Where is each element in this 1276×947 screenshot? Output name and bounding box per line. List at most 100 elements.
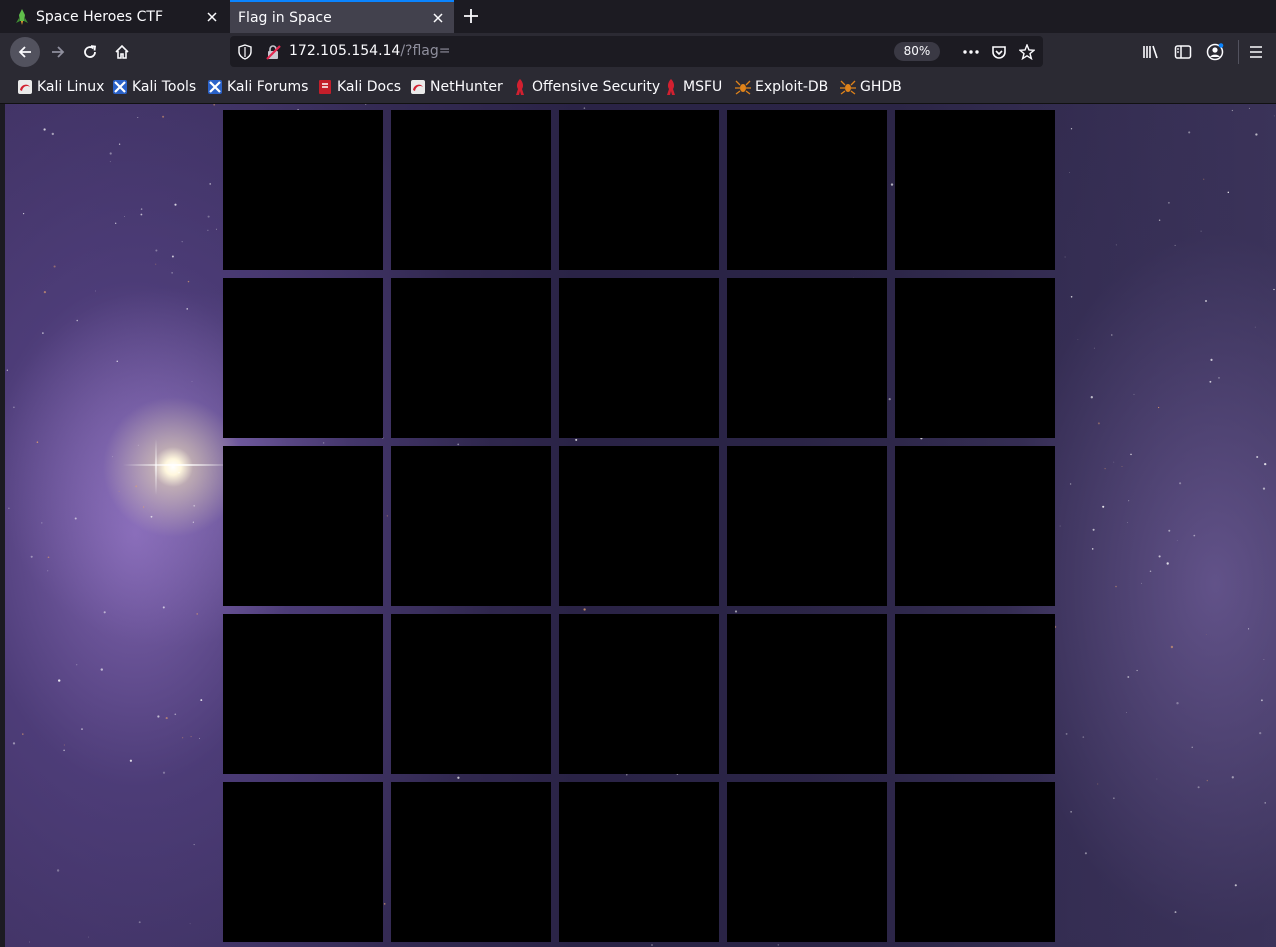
navigation-toolbar: 172.105.154.14/?flag= 80% [0, 33, 1276, 71]
zoom-level-button[interactable]: 80% [894, 42, 940, 61]
bookmark-kali-linux[interactable]: Kali Linux [17, 78, 104, 96]
star [1234, 884, 1237, 887]
star [1121, 466, 1123, 467]
tracking-protection-shield-icon[interactable] [236, 43, 254, 61]
sidebar-icon[interactable] [1174, 43, 1192, 61]
home-button[interactable] [107, 37, 137, 67]
star [43, 128, 46, 131]
star [157, 715, 160, 718]
address-bar[interactable]: 172.105.154.14/?flag= 80% [230, 36, 1043, 67]
new-tab-button[interactable] [460, 5, 482, 27]
star [8, 507, 10, 509]
tab-flag-in-space[interactable]: Flag in Space [230, 0, 454, 33]
bookmark-msfu[interactable]: MSFU [663, 78, 722, 96]
puzzle-tile[interactable] [559, 110, 719, 270]
puzzle-tile[interactable] [391, 782, 551, 942]
star [140, 213, 143, 216]
star [1166, 562, 1169, 565]
bookmark-ghdb[interactable]: GHDB [840, 78, 902, 96]
back-button[interactable] [10, 37, 40, 67]
puzzle-tile[interactable] [223, 446, 383, 606]
puzzle-tile[interactable] [391, 614, 551, 774]
star [162, 771, 166, 774]
star [1130, 453, 1132, 456]
star [1084, 852, 1087, 855]
bookmark-exploit-db[interactable]: Exploit-DB [735, 78, 828, 96]
star [165, 717, 168, 720]
star [118, 490, 120, 492]
star [1127, 522, 1128, 523]
star [1191, 746, 1193, 748]
puzzle-tile[interactable] [727, 782, 887, 942]
star [118, 143, 121, 145]
bookmark-kali-tools[interactable]: Kali Tools [112, 78, 196, 96]
bookmark-label: Kali Forums [227, 79, 309, 95]
star [1064, 256, 1066, 258]
star [1069, 172, 1070, 173]
close-tab-icon[interactable] [204, 9, 220, 25]
puzzle-tile[interactable] [223, 278, 383, 438]
puzzle-tile[interactable] [895, 614, 1055, 774]
puzzle-tile[interactable] [223, 614, 383, 774]
star [187, 280, 190, 283]
forward-button[interactable] [43, 37, 73, 67]
puzzle-tile[interactable] [895, 446, 1055, 606]
bookmark-label: Exploit-DB [755, 79, 829, 95]
star [207, 215, 210, 218]
tab-space-heroes-ctf[interactable]: Space Heroes CTF [6, 0, 228, 33]
star [1193, 534, 1196, 537]
puzzle-tile[interactable] [727, 110, 887, 270]
puzzle-tile[interactable] [223, 110, 383, 270]
url-text[interactable]: 172.105.154.14/?flag= [289, 43, 451, 59]
star [1273, 288, 1275, 291]
star [1093, 347, 1095, 349]
tab-strip: Space Heroes CTF Flag in Space [0, 0, 1276, 33]
star [109, 161, 111, 163]
star [1248, 107, 1250, 109]
bookmark-star-icon[interactable] [1018, 43, 1036, 61]
bookmark-kali-docs[interactable]: Kali Docs [317, 78, 401, 96]
bookmark-label: MSFU [683, 79, 723, 95]
star [1262, 487, 1266, 490]
star [1254, 326, 1256, 328]
star [23, 213, 25, 215]
puzzle-tile[interactable] [559, 278, 719, 438]
account-icon[interactable] [1206, 43, 1224, 61]
bookmark-nethunter[interactable]: NetHunter [410, 78, 503, 96]
puzzle-tile[interactable] [391, 110, 551, 270]
puzzle-tile[interactable] [559, 614, 719, 774]
star [53, 265, 56, 268]
page-actions-menu-icon[interactable] [962, 43, 980, 61]
star [1115, 244, 1117, 246]
puzzle-tile[interactable] [895, 110, 1055, 270]
close-tab-icon[interactable] [430, 10, 446, 26]
hamburger-menu-icon[interactable] [1247, 43, 1265, 61]
library-icon[interactable] [1142, 43, 1160, 61]
puzzle-tile[interactable] [727, 614, 887, 774]
star [1227, 191, 1230, 194]
star [215, 228, 217, 230]
bookmark-label: Kali Linux [37, 79, 105, 95]
star [1209, 380, 1212, 383]
star [1070, 811, 1072, 813]
sun-flare-vertical [155, 439, 157, 495]
puzzle-tile[interactable] [727, 446, 887, 606]
puzzle-tile[interactable] [223, 782, 383, 942]
star [1259, 731, 1262, 735]
puzzle-tile[interactable] [727, 278, 887, 438]
bookmark-kali-forums[interactable]: Kali Forums [207, 78, 308, 96]
star [1256, 455, 1259, 459]
pocket-icon[interactable] [990, 43, 1008, 61]
puzzle-tile[interactable] [559, 446, 719, 606]
puzzle-tile[interactable] [391, 446, 551, 606]
puzzle-tile[interactable] [895, 782, 1055, 942]
star [162, 115, 165, 118]
star [186, 308, 188, 310]
puzzle-tile[interactable] [391, 278, 551, 438]
bookmark-offensive-security[interactable]: Offensive Security [512, 78, 660, 96]
star [1126, 712, 1127, 713]
puzzle-tile[interactable] [559, 782, 719, 942]
insecure-connection-lock-icon[interactable] [264, 43, 282, 61]
puzzle-tile[interactable] [895, 278, 1055, 438]
reload-button[interactable] [75, 37, 105, 67]
